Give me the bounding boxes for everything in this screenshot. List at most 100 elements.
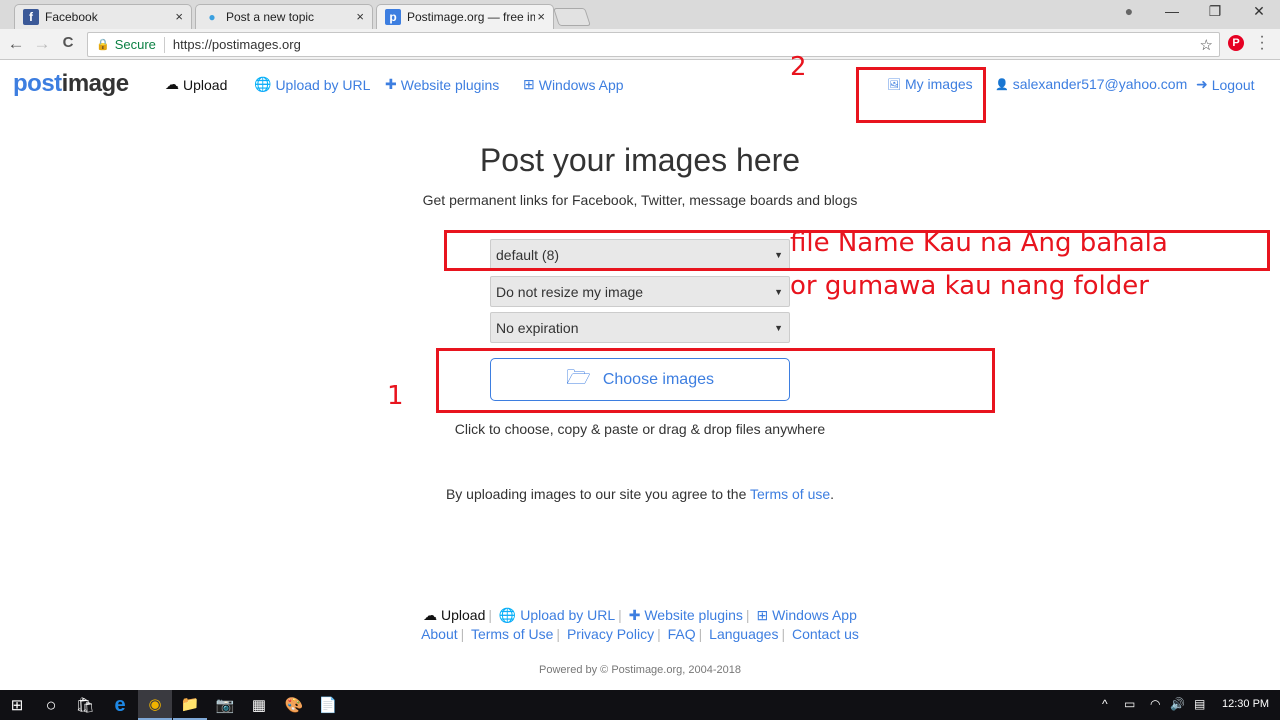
store-icon[interactable]: 🛍 [68, 690, 102, 720]
restore-button[interactable]: ❐ [1200, 3, 1230, 20]
terms-prefix: By uploading images to our site you agre… [445, 486, 751, 502]
separator: | [556, 626, 561, 642]
new-tab-button[interactable] [553, 8, 591, 26]
tab-title: Post a new topic [226, 10, 315, 24]
postimage-logo[interactable]: postimage [13, 70, 129, 98]
terms-of-use-link[interactable]: Terms of use [750, 486, 830, 502]
footer-about-link[interactable]: About [421, 626, 458, 642]
nav-website-plugins[interactable]: ✚ Website plugins [385, 76, 499, 93]
footer-upload-by-url-label: Upload by URL [520, 607, 616, 623]
separator: | [488, 607, 493, 623]
cloud-upload-icon: ☁ [165, 76, 179, 92]
annotation-note-line1: file Name Kau na Ang bahala [790, 228, 1168, 258]
expiration-select[interactable]: No expiration ▼ [490, 312, 790, 343]
footer-terms-link[interactable]: Terms of Use [471, 626, 553, 642]
nav-user-email: salexander517@yahoo.com [1012, 76, 1188, 92]
caret-down-icon: ▼ [774, 287, 783, 297]
windows-icon: ⊞ [756, 607, 769, 623]
tab-facebook[interactable]: f Facebook × [14, 4, 192, 29]
footer-privacy-link[interactable]: Privacy Policy [567, 626, 654, 642]
minimize-button[interactable]: — [1157, 3, 1187, 19]
forward-button[interactable]: → [32, 34, 52, 54]
caret-down-icon: ▼ [774, 323, 783, 333]
system-clock[interactable]: 12:30 PM [1222, 698, 1269, 710]
address-bar[interactable]: 🔒 Secure https://postimages.org ☆ [87, 32, 1220, 57]
footer-windows-app-label: Windows App [772, 607, 857, 623]
separator: | [618, 607, 622, 623]
battery-icon[interactable]: ▭ [1124, 697, 1135, 711]
tray-chevron-icon[interactable]: ^ [1102, 697, 1108, 711]
close-tab-icon[interactable]: × [537, 9, 545, 24]
nav-windows-app[interactable]: ⊞ Windows App [523, 76, 624, 93]
start-icon[interactable]: ⊞ [0, 690, 34, 720]
footer-languages-link[interactable]: Languages [709, 626, 778, 642]
paint-icon[interactable]: 🎨 [277, 690, 311, 720]
divider [163, 36, 165, 53]
globe-icon: 🌐 [498, 607, 517, 623]
browser-menu-icon[interactable]: · · · [1258, 29, 1266, 57]
cloud-upload-icon: ☁ [423, 607, 438, 623]
footer-upload-by-url-link[interactable]: 🌐 Upload by URL [499, 607, 615, 623]
resize-select[interactable]: Do not resize my image ▼ [490, 276, 790, 307]
expiration-select-value: No expiration [496, 319, 579, 336]
footer-faq-link[interactable]: FAQ [668, 626, 696, 642]
footer-upload-label: Upload [441, 607, 486, 623]
footer-windows-app-link[interactable]: ⊞ Windows App [756, 607, 856, 623]
nav-logout[interactable]: ➜ Logout [1196, 76, 1255, 93]
close-window-button[interactable]: ✕ [1244, 3, 1274, 20]
tab-title: Facebook [45, 10, 98, 24]
profile-icon[interactable]: ● [1114, 3, 1144, 19]
nav-upload[interactable]: ☁ Upload [165, 76, 227, 93]
footer-website-plugins-label: Website plugins [644, 607, 743, 623]
reload-button[interactable]: C [58, 34, 78, 51]
terms-suffix: . [830, 486, 835, 502]
annotation-step-2: 2 [790, 52, 807, 82]
notifications-icon[interactable]: ▤ [1194, 697, 1205, 711]
nav-windows-app-label: Windows App [538, 76, 624, 93]
separator: | [745, 607, 750, 623]
calculator-icon[interactable]: ▦ [242, 690, 276, 720]
back-button[interactable]: ← [6, 34, 26, 54]
page-subtitle: Get permanent links for Facebook, Twitte… [422, 192, 858, 208]
footer-upload-link[interactable]: ☁ Upload [423, 607, 485, 623]
logout-icon: ➜ [1196, 76, 1208, 92]
footer-nav-row: ☁ Upload | 🌐 Upload by URL | ✚ Website plu… [0, 607, 1280, 624]
annotation-note-line2: or gumawa kau nang folder [790, 271, 1149, 301]
separator: | [698, 626, 703, 642]
nav-upload-label: Upload [183, 76, 228, 93]
cortana-icon[interactable]: ○ [34, 690, 68, 720]
puzzle-icon: ✚ [628, 607, 641, 623]
camera-icon[interactable]: 📷 [208, 690, 242, 720]
browser-tab-bar: f Facebook × ● Post a new topic × p Post… [0, 0, 1280, 29]
close-tab-icon[interactable]: × [356, 9, 364, 24]
chrome-icon[interactable]: ◉ [138, 690, 172, 720]
url-text[interactable]: https://postimages.org [173, 37, 301, 52]
globe-icon: 🌐 [254, 76, 272, 92]
nav-upload-by-url[interactable]: 🌐 Upload by URL [254, 76, 370, 93]
bookmark-star-icon[interactable]: ☆ [1200, 36, 1213, 54]
upload-hint: Click to choose, copy & paste or drag & … [454, 421, 826, 437]
annotation-box-choose-images [436, 348, 995, 413]
powered-by-text: Powered by © Postimage.org, 2004-2018 [539, 664, 741, 676]
file-explorer-icon[interactable]: 📁 [173, 690, 207, 720]
wifi-icon[interactable]: ◠ [1150, 697, 1160, 711]
edge-icon[interactable]: e [103, 690, 137, 720]
chat-bubble-icon: ● [208, 10, 216, 24]
resize-select-value: Do not resize my image [496, 283, 644, 300]
close-tab-icon[interactable]: × [175, 9, 183, 24]
logo-part1: post [13, 70, 62, 97]
tab-postimage[interactable]: p Postimage.org — free ima × [376, 4, 554, 29]
pinterest-extension-icon[interactable]: P [1228, 35, 1244, 51]
volume-icon[interactable]: 🔊 [1170, 697, 1185, 711]
page-title: Post your images here [479, 142, 801, 178]
nav-user-account[interactable]: 👤 salexander517@yahoo.com [995, 76, 1187, 92]
tab-post-topic[interactable]: ● Post a new topic × [195, 4, 373, 29]
separator: | [460, 626, 465, 642]
notepad-icon[interactable]: 📄 [311, 690, 345, 720]
footer-contact-link[interactable]: Contact us [792, 626, 859, 642]
footer-website-plugins-link[interactable]: ✚ Website plugins [629, 607, 743, 623]
annotation-box-my-images [856, 67, 986, 123]
separator: | [657, 626, 661, 642]
facebook-icon: f [23, 9, 39, 25]
nav-logout-label: Logout [1211, 76, 1255, 93]
